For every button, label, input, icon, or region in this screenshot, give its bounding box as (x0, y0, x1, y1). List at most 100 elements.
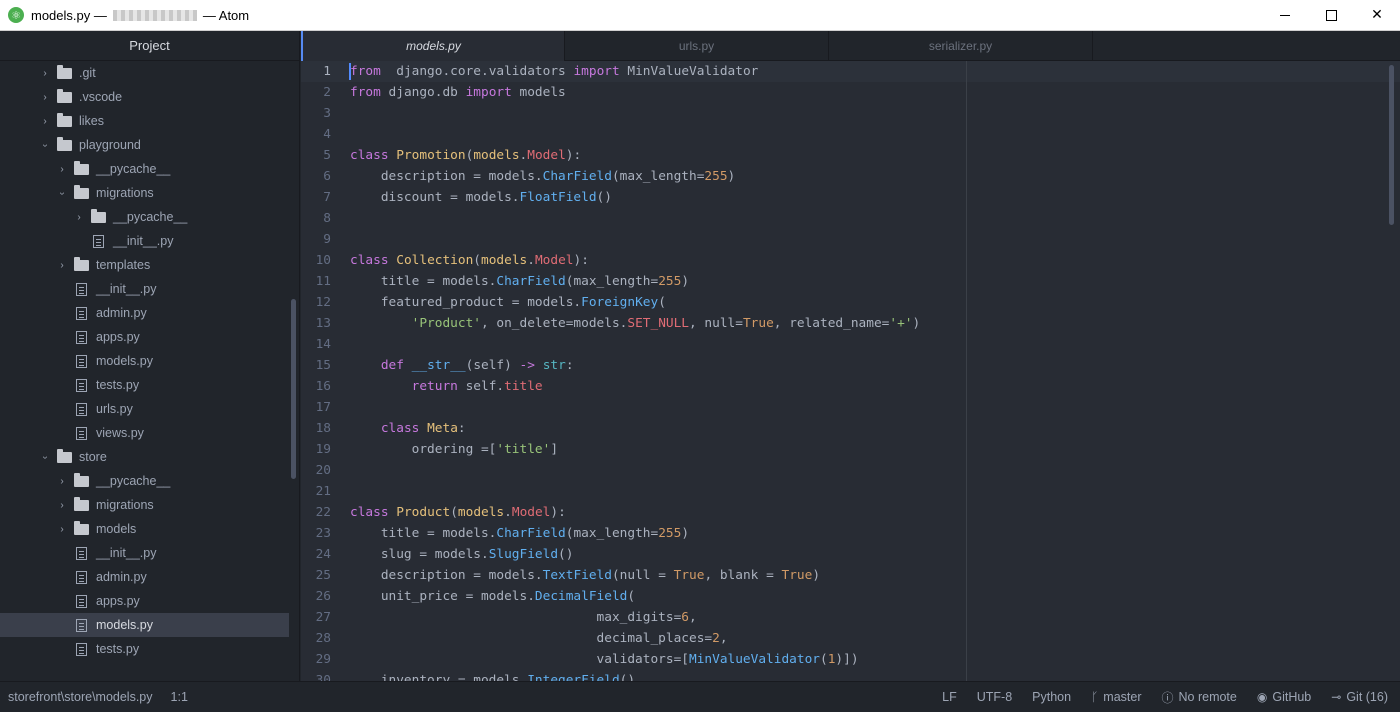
chevron-right-icon[interactable]: › (56, 164, 68, 175)
editor-scrollbar[interactable] (1389, 65, 1394, 225)
code-token: Promotion (396, 148, 466, 163)
code-token: () (558, 547, 574, 562)
tree-file[interactable]: ›admin.py (0, 301, 299, 325)
tree-file[interactable]: ›models.py (0, 349, 299, 373)
tree-folder[interactable]: › store (0, 445, 299, 469)
tree-folder[interactable]: › likes (0, 109, 299, 133)
file-icon (76, 642, 87, 656)
code-token: def (380, 358, 404, 373)
chevron-right-icon[interactable]: › (56, 524, 68, 535)
window-title: models.py — — Atom (31, 8, 249, 23)
sidebar-scrollbar[interactable] (291, 299, 296, 479)
chevron-right-icon[interactable]: › (73, 212, 85, 223)
code-token: description = models. (350, 169, 543, 184)
code-line: 8 (301, 208, 1400, 229)
tree-folder[interactable]: › migrations (0, 181, 299, 205)
remote-status[interactable]: ⓘ No remote (1161, 689, 1236, 706)
tree-file[interactable]: ›views.py (0, 421, 299, 445)
code-line: 13 'Product', on_delete=models.SET_NULL,… (301, 313, 1400, 334)
code-line: 11 title = models.CharField(max_length=2… (301, 271, 1400, 292)
git-commit-icon: ⊸ (1331, 690, 1342, 704)
tree-folder[interactable]: › models (0, 517, 299, 541)
line-ending[interactable]: LF (942, 690, 957, 704)
code-text: featured_product = models.ForeignKey( (350, 292, 666, 313)
code-token: unit_price = models. (350, 589, 535, 604)
code-line: 29 validators=[MinValueValidator(1)]) (301, 649, 1400, 670)
minimize-button[interactable] (1262, 0, 1308, 30)
file-path[interactable]: storefront\store\models.py (8, 690, 153, 704)
code-editor[interactable]: 1 from django.core.validators import MinV… (301, 61, 1400, 681)
tree-folder[interactable]: › __pycache__ (0, 157, 299, 181)
code-token: title = models. (350, 274, 497, 289)
code-text: class Meta: (350, 418, 466, 439)
maximize-button[interactable] (1308, 0, 1354, 30)
git-panel-toggle[interactable]: ⊸ Git (16) (1331, 690, 1388, 704)
tree-file[interactable]: ›apps.py (0, 325, 299, 349)
tree-folder[interactable]: › migrations (0, 493, 299, 517)
code-text: ordering =['title'] (350, 439, 558, 460)
tree-file[interactable]: ›tests.py (0, 637, 299, 661)
tree-item-label: store (79, 450, 107, 464)
project-panel-header[interactable]: Project (0, 31, 299, 61)
grammar-selector[interactable]: Python (1032, 690, 1071, 704)
git-branch[interactable]: ᚴ master (1091, 690, 1141, 704)
chevron-down-icon[interactable]: › (40, 451, 51, 463)
code-line: 26 unit_price = models.DecimalField( (301, 586, 1400, 607)
code-line: 30 inventory = models.IntegerField() (301, 670, 1400, 681)
tree-folder[interactable]: › __pycache__ (0, 469, 299, 493)
tree-folder[interactable]: › .git (0, 61, 299, 85)
code-line: 15 def __str__(self) -> str: (301, 355, 1400, 376)
github-panel-toggle[interactable]: ◉ GitHub (1257, 690, 1311, 704)
tree-file[interactable]: ›models.py (0, 613, 289, 637)
code-token: __str__ (411, 358, 466, 373)
cursor-position[interactable]: 1:1 (171, 690, 188, 704)
code-line: 7 discount = models.FloatField() (301, 187, 1400, 208)
code-token: , related_name= (773, 316, 890, 331)
tree-folder[interactable]: › playground (0, 133, 299, 157)
tree-file[interactable]: ›__init__.py (0, 277, 299, 301)
code-text: discount = models.FloatField() (350, 187, 612, 208)
code-text: inventory = models.IntegerField() (350, 670, 635, 681)
tree-folder[interactable]: › __pycache__ (0, 205, 299, 229)
code-token: DecimalField (534, 589, 628, 604)
tree-file[interactable]: ›apps.py (0, 589, 299, 613)
code-token: SET_NULL (627, 316, 690, 331)
chevron-down-icon[interactable]: › (57, 187, 68, 199)
tree-folder[interactable]: › .vscode (0, 85, 299, 109)
line-number: 16 (315, 379, 331, 394)
tree-folder[interactable]: › templates (0, 253, 299, 277)
code-token: : (565, 358, 574, 373)
line-number: 19 (315, 442, 331, 457)
tree-file[interactable]: ›__init__.py (0, 541, 299, 565)
editor-tab[interactable]: models.py (301, 31, 565, 61)
chevron-right-icon[interactable]: › (56, 260, 68, 271)
chevron-right-icon[interactable]: › (39, 68, 51, 79)
tree-file[interactable]: ›admin.py (0, 565, 299, 589)
chevron-right-icon[interactable]: › (39, 116, 51, 127)
tree-item-label: models.py (96, 618, 153, 632)
line-number: 13 (315, 316, 331, 331)
tree-file[interactable]: ›urls.py (0, 397, 299, 421)
chevron-right-icon[interactable]: › (56, 476, 68, 487)
close-button[interactable]: ✕ (1354, 0, 1400, 30)
code-token: ): (550, 505, 566, 520)
tree-item-label: tests.py (96, 642, 140, 656)
line-number: 1 (323, 64, 331, 79)
code-token: ordering =[ (350, 442, 497, 457)
tree-file[interactable]: ›tests.py (0, 373, 299, 397)
file-encoding[interactable]: UTF-8 (977, 690, 1012, 704)
chevron-right-icon[interactable]: › (39, 92, 51, 103)
code-token: django.core.validators (380, 64, 574, 79)
folder-icon (57, 448, 72, 463)
line-number: 17 (315, 400, 331, 415)
editor-tab[interactable]: urls.py (565, 31, 829, 61)
file-icon (76, 306, 87, 320)
tree-file[interactable]: ›__init__.py (0, 229, 299, 253)
line-number: 24 (315, 547, 331, 562)
editor-tab[interactable]: serializer.py (829, 31, 1093, 61)
chevron-right-icon[interactable]: › (56, 500, 68, 511)
code-token: '+' (889, 316, 913, 331)
chevron-down-icon[interactable]: › (40, 139, 51, 151)
